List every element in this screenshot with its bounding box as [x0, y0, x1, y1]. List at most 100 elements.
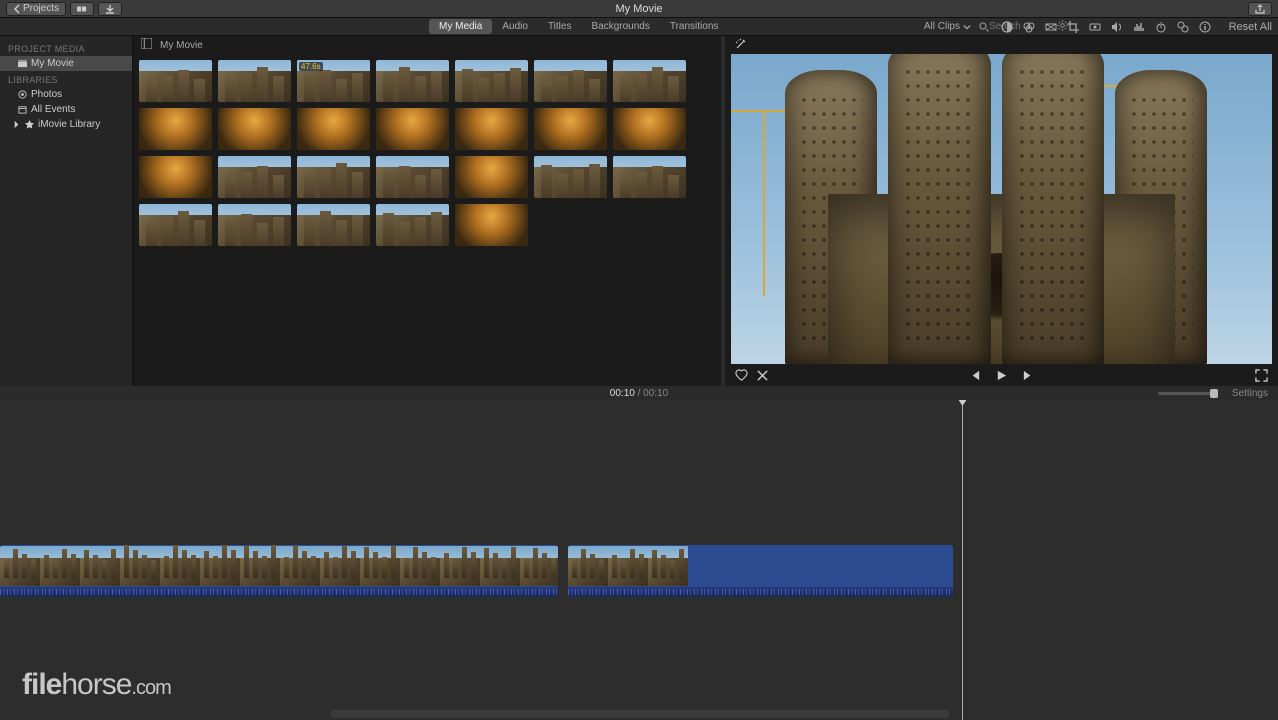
skip-back-icon [968, 369, 981, 382]
clip-frame [240, 546, 280, 586]
stabilization-icon[interactable] [1089, 21, 1101, 33]
info-icon[interactable] [1199, 21, 1211, 33]
sidebar-item-photos[interactable]: Photos [0, 87, 132, 102]
color-balance-icon[interactable] [1023, 21, 1035, 33]
play-icon [995, 369, 1008, 382]
tab-titles[interactable]: Titles [538, 19, 582, 34]
media-thumbnail[interactable] [376, 60, 449, 102]
tab-transitions[interactable]: Transitions [660, 19, 729, 34]
auto-enhance-icon[interactable] [1001, 21, 1013, 33]
main-area: PROJECT MEDIA My Movie LIBRARIES Photos … [0, 36, 1278, 386]
timeline[interactable]: filehorse.com [0, 400, 1278, 720]
media-thumbnail[interactable] [455, 156, 528, 198]
media-thumbnail[interactable] [455, 108, 528, 150]
share-icon [1255, 4, 1265, 14]
sidebar-heading-libraries: LIBRARIES [0, 71, 132, 87]
timeline-clip-1[interactable] [0, 545, 558, 597]
clapper-icon [18, 59, 27, 68]
tab-my-media[interactable]: My Media [429, 19, 492, 34]
clip-frame [400, 546, 440, 586]
calendar-icon [18, 105, 27, 114]
reject-button[interactable] [756, 369, 769, 382]
volume-icon[interactable] [1111, 21, 1123, 33]
media-thumbnail[interactable] [297, 204, 370, 246]
media-thumbnail[interactable] [218, 108, 291, 150]
duration-badge: 47.6s [299, 62, 323, 71]
back-to-projects-button[interactable]: Projects [6, 2, 66, 16]
fullscreen-button[interactable] [1255, 369, 1268, 382]
prev-frame-button[interactable] [968, 369, 981, 382]
fullscreen-icon [1255, 369, 1268, 382]
sidebar-item-all-events[interactable]: All Events [0, 102, 132, 117]
media-thumbnail[interactable]: 47.6s [297, 60, 370, 102]
clip-frame [520, 546, 558, 586]
clip-frame [648, 546, 688, 586]
media-thumbnail[interactable] [376, 156, 449, 198]
noise-reduction-icon[interactable] [1133, 21, 1145, 33]
media-thumbnail[interactable] [139, 204, 212, 246]
media-thumbnail[interactable] [613, 108, 686, 150]
media-thumbnail[interactable] [297, 156, 370, 198]
speed-icon[interactable] [1155, 21, 1167, 33]
clip-frame [200, 546, 240, 586]
media-thumbnail[interactable] [139, 156, 212, 198]
sidebar-project-label: My Movie [31, 58, 74, 69]
back-label: Projects [23, 3, 59, 14]
media-thumbnail[interactable] [218, 156, 291, 198]
magic-wand-button[interactable] [735, 38, 747, 53]
media-thumbnail[interactable] [297, 108, 370, 150]
video-track [0, 545, 953, 597]
color-correction-icon[interactable] [1045, 21, 1057, 33]
media-browser: My Movie 47.6s [133, 36, 721, 386]
timeline-scrollbar[interactable] [330, 710, 950, 718]
download-button[interactable] [98, 2, 122, 16]
sidebar-toggle-icon [141, 38, 152, 49]
share-button[interactable] [1248, 2, 1272, 16]
sidebar-item-library[interactable]: iMovie Library [0, 117, 132, 132]
clip-frame [40, 546, 80, 586]
clip-filter-label: All Clips [924, 21, 960, 32]
star-icon [25, 120, 34, 129]
clip-frame [360, 546, 400, 586]
list-view-toggle[interactable] [141, 38, 152, 52]
sidebar-project-item[interactable]: My Movie [0, 56, 132, 71]
watermark-tld: com [136, 677, 171, 699]
media-thumbnail[interactable] [613, 156, 686, 198]
clip-filter-dropdown[interactable]: All Clips [924, 21, 971, 32]
media-thumbnail[interactable] [534, 60, 607, 102]
x-icon [756, 369, 769, 382]
media-thumbnail[interactable] [218, 204, 291, 246]
zoom-slider-knob[interactable] [1210, 389, 1218, 398]
media-thumbnail[interactable] [376, 108, 449, 150]
media-thumbnail[interactable] [455, 204, 528, 246]
timeline-clip-2[interactable] [568, 545, 953, 597]
tab-audio[interactable]: Audio [492, 19, 538, 34]
reset-all-button[interactable]: Reset All [1229, 21, 1272, 33]
media-thumbnail[interactable] [218, 60, 291, 102]
media-thumbnail[interactable] [613, 60, 686, 102]
sidebar-item-label: iMovie Library [38, 119, 100, 130]
favorite-button[interactable] [735, 369, 748, 382]
crop-icon[interactable] [1067, 21, 1079, 33]
media-thumbnail[interactable] [534, 108, 607, 150]
playhead[interactable] [962, 400, 963, 720]
import-button[interactable] [70, 2, 94, 16]
clip-filter-icon[interactable] [1177, 21, 1189, 33]
video-preview[interactable] [731, 54, 1272, 364]
tab-row: My Media Audio Titles Backgrounds Transi… [0, 18, 1278, 36]
next-frame-button[interactable] [1022, 369, 1035, 382]
tab-backgrounds[interactable]: Backgrounds [581, 19, 659, 34]
magic-wand-icon [735, 38, 747, 50]
media-thumbnail[interactable] [376, 204, 449, 246]
media-thumbnail[interactable] [139, 60, 212, 102]
media-thumbnail[interactable] [455, 60, 528, 102]
timeline-settings-button[interactable]: Settings [1232, 388, 1268, 399]
timeline-zoom-slider[interactable] [1158, 392, 1218, 395]
media-thumbnail[interactable] [534, 156, 607, 198]
timecode-current: 00:10 [610, 388, 635, 399]
clip-frame [0, 546, 40, 586]
media-thumbnail[interactable] [139, 108, 212, 150]
adjustment-toolbar: Reset All [1001, 21, 1272, 33]
play-button[interactable] [995, 369, 1008, 382]
thumbnail-grid: 47.6s [133, 54, 721, 386]
